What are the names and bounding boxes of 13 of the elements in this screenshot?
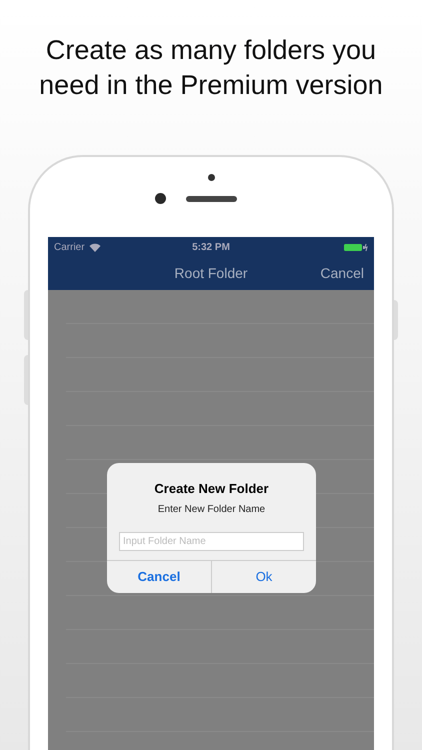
nav-title: Root Folder (174, 264, 248, 283)
dialog-button[interactable]: Ok (211, 560, 316, 592)
wifi-icon (88, 242, 101, 252)
speaker-icon (186, 196, 237, 202)
dialog-message: Enter New Folder Name (156, 502, 266, 516)
folder-name-field[interactable]: Input Folder Name (119, 532, 304, 550)
clock-label: 5:32 PM (192, 240, 230, 254)
cancel-button[interactable]: Cancel (320, 263, 364, 284)
battery-icon (344, 242, 368, 252)
dialog-button[interactable]: Cancel (107, 560, 211, 592)
headline: Create as many folders you need in the Premium version (38, 34, 384, 102)
dialog-title: Create New Folder (153, 480, 270, 498)
carrier-label: Carrier (54, 240, 85, 254)
